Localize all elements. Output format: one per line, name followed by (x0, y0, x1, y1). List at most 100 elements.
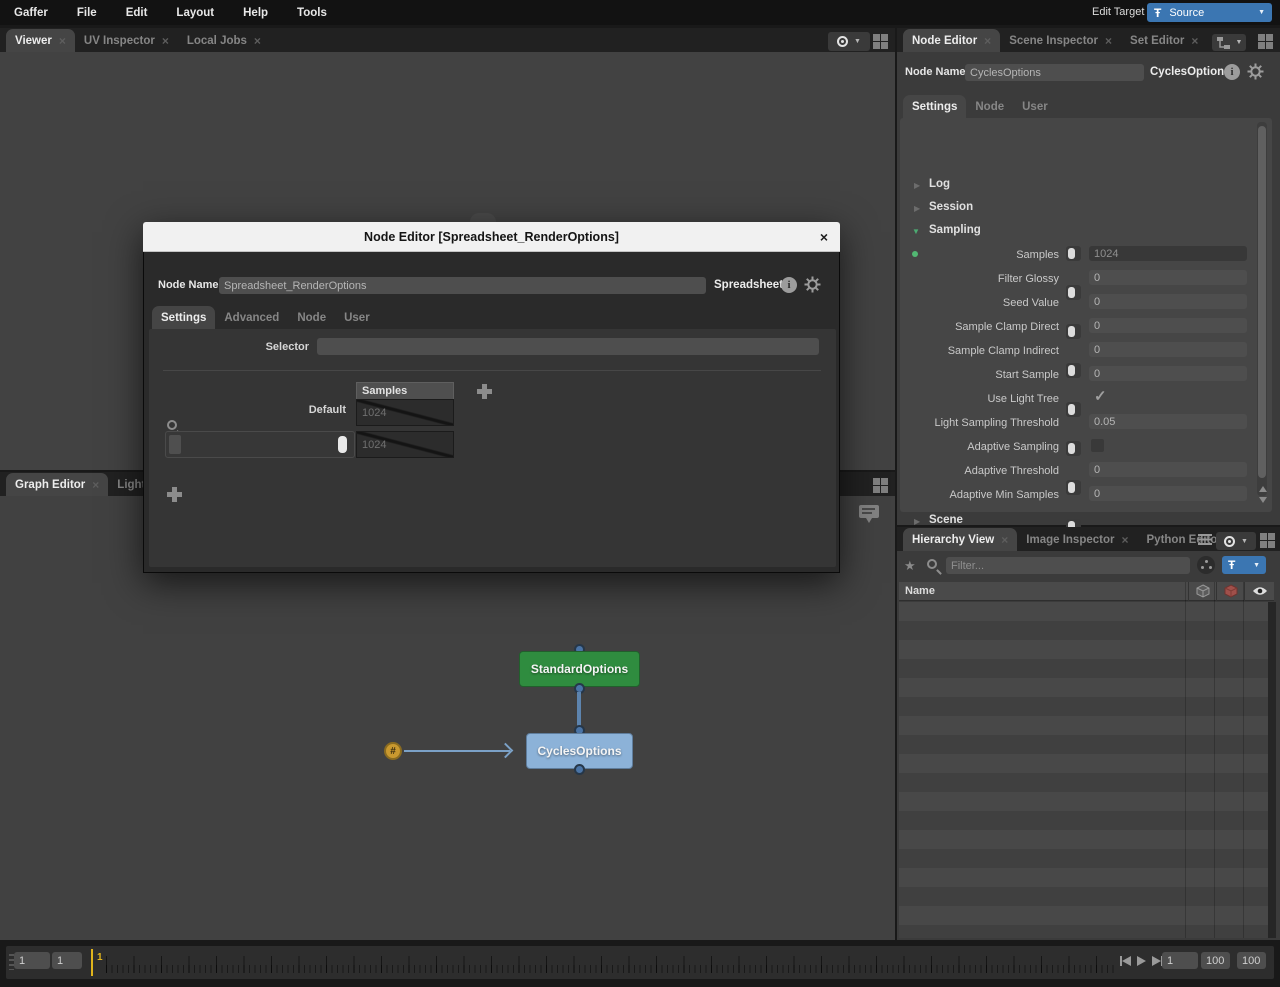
layout-grid-icon[interactable] (1258, 34, 1273, 49)
seed-value-input[interactable] (1089, 294, 1247, 309)
dialog-tab-node[interactable]: Node (288, 306, 335, 329)
plug-toggle[interactable] (1066, 324, 1081, 339)
search-icon[interactable] (167, 420, 177, 430)
scroll-down-icon[interactable] (1259, 497, 1267, 503)
menu-edit[interactable]: Edit (126, 7, 148, 19)
dialog-tab-advanced[interactable]: Advanced (215, 306, 288, 329)
close-icon[interactable]: × (162, 34, 169, 48)
name-column-header[interactable]: Name (899, 585, 1188, 597)
plug-toggle[interactable] (1066, 441, 1081, 456)
sample-clamp-direct-input[interactable] (1089, 318, 1247, 333)
range-start-field[interactable] (1162, 952, 1198, 969)
node-editor-mode-button[interactable]: ▼ (1212, 34, 1246, 51)
scrollbar-thumb[interactable] (1258, 126, 1266, 478)
dialog-tab-user[interactable]: User (335, 306, 379, 329)
add-row-icon[interactable] (167, 487, 182, 502)
section-arrow-icon[interactable]: ▶ (914, 204, 920, 213)
use-light-tree-checkbox[interactable]: ✓ (1094, 390, 1107, 403)
close-icon[interactable]: × (1001, 533, 1008, 547)
subtab-node[interactable]: Node (966, 95, 1013, 118)
tab-scene-inspector[interactable]: Scene Inspector× (1000, 29, 1121, 52)
range-end-field[interactable] (1201, 952, 1230, 969)
section-arrow-icon[interactable]: ▶ (914, 181, 920, 190)
dialog-tab-settings[interactable]: Settings (152, 306, 215, 329)
samples-input[interactable] (1089, 246, 1247, 261)
info-icon[interactable]: i (781, 277, 797, 293)
subtab-user[interactable]: User (1013, 95, 1057, 118)
layout-grid-icon[interactable] (873, 34, 888, 49)
play-button[interactable] (1137, 956, 1146, 966)
sample-clamp-indirect-input[interactable] (1089, 342, 1247, 357)
skip-to-start-button[interactable] (1120, 956, 1131, 966)
tab-graph-editor[interactable]: Graph Editor× (6, 473, 108, 496)
range-max-field[interactable] (1237, 952, 1266, 969)
spreadsheet-row-cell[interactable]: 1024 (356, 431, 454, 458)
start-sample-input[interactable] (1089, 366, 1247, 381)
spreadsheet-default-cell[interactable]: 1024 (356, 399, 454, 426)
light-sampling-threshold-input[interactable] (1089, 414, 1247, 429)
tab-node-editor[interactable]: Node Editor× (903, 29, 1000, 52)
gear-icon[interactable] (1247, 63, 1264, 80)
hierarchy-target-dropdown[interactable]: Ŧ ▼ (1222, 556, 1266, 574)
edit-target-dropdown[interactable]: Ŧ Source ▼ (1147, 3, 1272, 22)
plug-toggle[interactable] (1066, 480, 1081, 495)
close-icon[interactable]: × (1191, 34, 1198, 48)
node-dot-hash[interactable]: # (384, 742, 402, 760)
close-icon[interactable]: × (1105, 34, 1112, 48)
dialog-title-bar[interactable]: Node Editor [Spreadsheet_RenderOptions] … (143, 222, 840, 252)
adaptive-threshold-input[interactable] (1089, 462, 1247, 477)
close-icon[interactable]: × (1121, 533, 1128, 547)
close-icon[interactable]: × (984, 34, 991, 48)
hierarchy-rows[interactable] (899, 602, 1274, 938)
annotation-bubble-icon[interactable] (858, 504, 880, 524)
frame-field[interactable] (14, 952, 50, 969)
filter-glossy-input[interactable] (1089, 270, 1247, 285)
tab-image-inspector[interactable]: Image Inspector× (1017, 528, 1137, 551)
subtab-settings[interactable]: Settings (903, 95, 966, 118)
plug-toggle[interactable] (1066, 363, 1081, 378)
tab-hierarchy-view[interactable]: Hierarchy View× (903, 528, 1017, 551)
star-icon[interactable]: ★ (904, 558, 916, 574)
node-name-input[interactable] (965, 64, 1144, 81)
viewer-focus-button[interactable]: ▼ (828, 32, 870, 51)
visibility-column-header[interactable] (1244, 582, 1274, 601)
hamburger-menu-icon[interactable] (1198, 534, 1212, 545)
tab-uv-inspector[interactable]: UV Inspector× (75, 29, 178, 52)
menu-layout[interactable]: Layout (176, 7, 214, 19)
tab-local-jobs[interactable]: Local Jobs× (178, 29, 270, 52)
menu-file[interactable]: File (77, 7, 97, 19)
plug-toggle[interactable] (1066, 246, 1081, 261)
frame-field[interactable] (52, 952, 82, 969)
adaptive-sampling-checkbox[interactable] (1091, 439, 1104, 452)
playhead-cursor[interactable] (91, 949, 93, 976)
scroll-up-icon[interactable] (1259, 486, 1267, 492)
render-column-header[interactable] (1216, 582, 1244, 601)
dialog-close-icon[interactable]: × (820, 229, 828, 245)
spreadsheet-row-name-widget[interactable] (165, 431, 355, 458)
hierarchy-focus-button[interactable]: ▼ (1216, 532, 1256, 550)
section-sampling[interactable]: Sampling (929, 224, 981, 236)
section-arrow-icon[interactable]: ▶ (914, 517, 920, 526)
plug-toggle[interactable] (1066, 402, 1081, 417)
section-scene[interactable]: Scene (929, 514, 963, 526)
set-filter-icon[interactable] (1197, 556, 1215, 574)
layout-grid-icon[interactable] (1260, 533, 1275, 548)
tab-set-editor[interactable]: Set Editor× (1121, 29, 1207, 52)
section-log[interactable]: Log (929, 178, 950, 190)
timeline-major-ticks[interactable] (106, 956, 1118, 973)
menu-tools[interactable]: Tools (297, 7, 327, 19)
node-output-connector[interactable] (574, 764, 585, 775)
scene-column-header[interactable] (1188, 582, 1216, 601)
section-session[interactable]: Session (929, 201, 973, 213)
section-arrow-icon[interactable]: ▼ (912, 227, 920, 236)
selector-input[interactable] (317, 338, 819, 355)
tab-viewer[interactable]: Viewer× (6, 29, 75, 52)
add-column-icon[interactable] (477, 384, 492, 399)
close-icon[interactable]: × (92, 478, 99, 492)
node-standardoptions[interactable]: StandardOptions (519, 651, 640, 687)
menu-help[interactable]: Help (243, 7, 268, 19)
close-icon[interactable]: × (59, 34, 66, 48)
hierarchy-filter-input[interactable] (946, 557, 1190, 574)
info-icon[interactable]: i (1224, 64, 1240, 80)
adaptive-min-samples-input[interactable] (1089, 486, 1247, 501)
